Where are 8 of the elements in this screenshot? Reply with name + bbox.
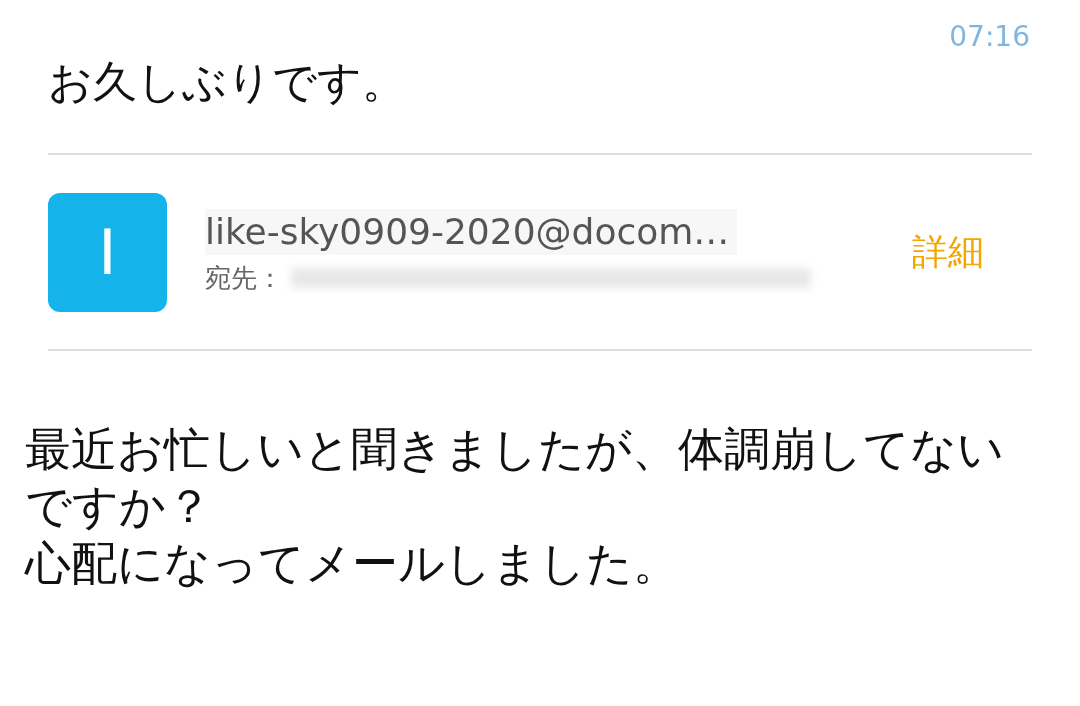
time-label: 07:16 (949, 20, 1030, 54)
message-paragraph: 心配になってメールしました。 (25, 535, 680, 592)
recipient-label: 宛先： (205, 262, 283, 295)
sender-address: like-sky0909-2020@docom… (205, 209, 738, 255)
message-paragraph: 最近お忙しいと聞きましたが、体調崩してないですか？ (25, 421, 1005, 535)
mail-subject: お久しぶりです。 (48, 56, 406, 107)
details-link[interactable]: 詳細 (912, 225, 984, 279)
avatar: I (48, 192, 167, 312)
